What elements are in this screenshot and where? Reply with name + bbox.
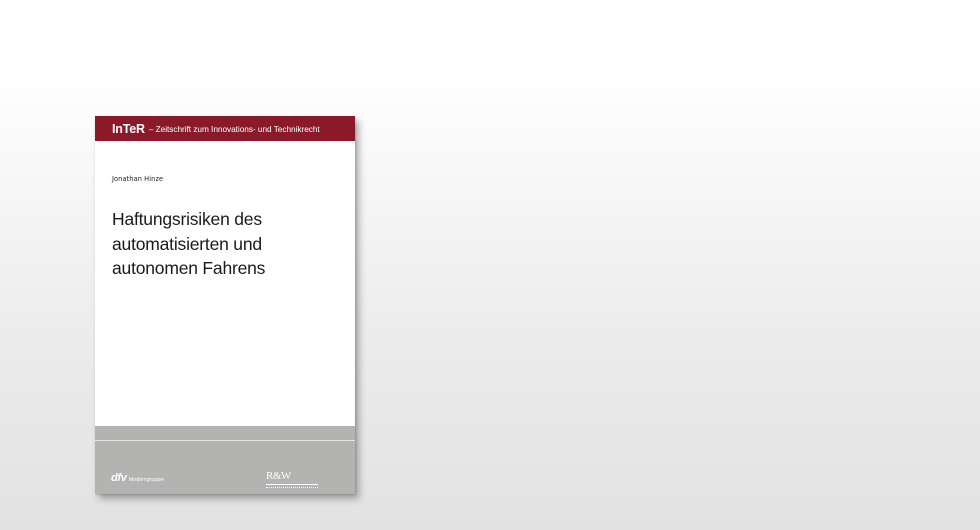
- series-description: – Zeitschrift zum Innovations- und Techn…: [148, 123, 320, 134]
- imprint-logo-mark: R&W: [266, 470, 291, 482]
- publisher-logo-sub: Mediengruppe: [128, 477, 164, 483]
- imprint-logo: R&W: [266, 471, 318, 489]
- series-logo: InTeR: [112, 121, 145, 136]
- footer-divider: [95, 440, 355, 441]
- series-band: InTeR – Zeitschrift zum Innovations- und…: [95, 116, 355, 141]
- book-author: Jonathan Hinze: [112, 175, 164, 183]
- cover-footer: dfv Mediengruppe R&W: [95, 426, 355, 494]
- publisher-logo-mark: dfv: [111, 472, 127, 484]
- imprint-logo-tagline: [266, 487, 318, 489]
- book-cover: InTeR – Zeitschrift zum Innovations- und…: [95, 116, 355, 494]
- book-title-line: automatisierten und: [112, 233, 262, 254]
- book-title-line: autonomen Fahrens: [112, 258, 266, 278]
- imprint-logo-rule: [266, 484, 318, 485]
- book-title-line: Haftungsrisiken des: [112, 209, 262, 229]
- book-title: Haftungsrisiken des automatisierten und …: [112, 207, 348, 281]
- publisher-logo: dfv Mediengruppe: [111, 472, 164, 484]
